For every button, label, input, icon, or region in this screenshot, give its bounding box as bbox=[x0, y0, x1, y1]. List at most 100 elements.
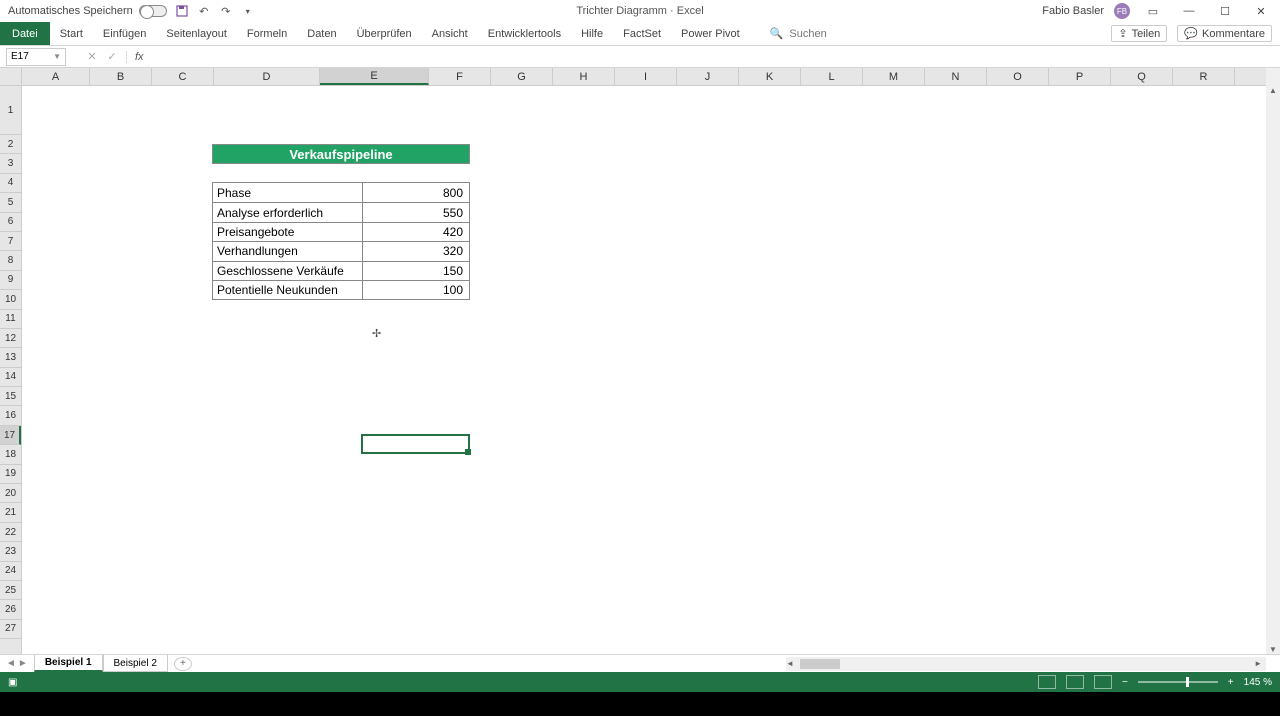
table-cell-value[interactable]: 100 bbox=[363, 281, 469, 299]
tab-view[interactable]: Ansicht bbox=[422, 22, 478, 45]
row-header-6[interactable]: 6 bbox=[0, 213, 21, 232]
tab-help[interactable]: Hilfe bbox=[571, 22, 613, 45]
row-header-12[interactable]: 12 bbox=[0, 329, 21, 348]
row-header-10[interactable]: 10 bbox=[0, 290, 21, 309]
table-cell-label[interactable]: Analyse erforderlich bbox=[213, 203, 363, 221]
toggle-switch-icon[interactable] bbox=[139, 5, 167, 17]
row-header-13[interactable]: 13 bbox=[0, 348, 21, 367]
zoom-slider[interactable] bbox=[1138, 681, 1218, 683]
row-header-11[interactable]: 11 bbox=[0, 310, 21, 329]
table-row[interactable]: Geschlossene Verkäufe150 bbox=[213, 261, 469, 280]
ribbon-display-icon[interactable]: ▭ bbox=[1140, 2, 1166, 20]
row-header-4[interactable]: 4 bbox=[0, 174, 21, 193]
column-header-I[interactable]: I bbox=[615, 68, 677, 85]
table-row[interactable]: Phase800 bbox=[213, 183, 469, 202]
table-row[interactable]: Analyse erforderlich550 bbox=[213, 202, 469, 221]
sheet-nav-next-icon[interactable]: ► bbox=[18, 658, 28, 669]
tab-insert[interactable]: Einfügen bbox=[93, 22, 156, 45]
row-header-3[interactable]: 3 bbox=[0, 154, 21, 173]
tab-review[interactable]: Überprüfen bbox=[347, 22, 422, 45]
qat-dropdown-icon[interactable]: ▾ bbox=[241, 4, 255, 18]
row-header-18[interactable]: 18 bbox=[0, 445, 21, 464]
table-cell-label[interactable]: Verhandlungen bbox=[213, 242, 363, 260]
row-header-25[interactable]: 25 bbox=[0, 581, 21, 600]
column-header-N[interactable]: N bbox=[925, 68, 987, 85]
row-header-9[interactable]: 9 bbox=[0, 271, 21, 290]
page-layout-view-icon[interactable] bbox=[1066, 675, 1084, 689]
table-cell-value[interactable]: 550 bbox=[363, 203, 469, 221]
table-cell-value[interactable]: 420 bbox=[363, 223, 469, 241]
row-header-24[interactable]: 24 bbox=[0, 562, 21, 581]
table-cell-label[interactable]: Potentielle Neukunden bbox=[213, 281, 363, 299]
add-sheet-button[interactable]: + bbox=[174, 657, 192, 671]
row-header-20[interactable]: 20 bbox=[0, 484, 21, 503]
share-button[interactable]: ⇪Teilen bbox=[1111, 25, 1167, 42]
table-cell-label[interactable]: Phase bbox=[213, 183, 363, 202]
zoom-in-icon[interactable]: + bbox=[1228, 677, 1234, 688]
minimize-icon[interactable]: — bbox=[1176, 2, 1202, 20]
spreadsheet-grid[interactable]: ABCDEFGHIJKLMNOPQR 123456789101112131415… bbox=[0, 68, 1280, 654]
row-header-27[interactable]: 27 bbox=[0, 620, 21, 639]
pipeline-title-cell[interactable]: Verkaufspipeline bbox=[212, 144, 470, 164]
select-all-corner[interactable] bbox=[0, 68, 22, 86]
row-header-2[interactable]: 2 bbox=[0, 135, 21, 154]
row-header-26[interactable]: 26 bbox=[0, 600, 21, 619]
sheet-tab-2[interactable]: Beispiel 2 bbox=[103, 655, 168, 672]
autosave-toggle[interactable]: Automatisches Speichern bbox=[8, 5, 167, 17]
row-header-7[interactable]: 7 bbox=[0, 232, 21, 251]
row-header-19[interactable]: 19 bbox=[0, 465, 21, 484]
undo-icon[interactable]: ↶ bbox=[197, 4, 211, 18]
tab-powerpivot[interactable]: Power Pivot bbox=[671, 22, 750, 45]
column-header-Q[interactable]: Q bbox=[1111, 68, 1173, 85]
scrollbar-thumb[interactable] bbox=[800, 659, 840, 669]
selected-cell[interactable] bbox=[361, 434, 470, 454]
close-icon[interactable]: ✕ bbox=[1248, 2, 1274, 20]
column-header-J[interactable]: J bbox=[677, 68, 739, 85]
comments-button[interactable]: 💬Kommentare bbox=[1177, 25, 1272, 42]
row-header-17[interactable]: 17 bbox=[0, 426, 21, 445]
table-cell-value[interactable]: 320 bbox=[363, 242, 469, 260]
user-name[interactable]: Fabio Basler bbox=[1042, 5, 1104, 17]
tab-start[interactable]: Start bbox=[50, 22, 93, 45]
row-header-8[interactable]: 8 bbox=[0, 251, 21, 270]
column-header-A[interactable]: A bbox=[22, 68, 90, 85]
column-header-O[interactable]: O bbox=[987, 68, 1049, 85]
column-header-M[interactable]: M bbox=[863, 68, 925, 85]
cells-area[interactable]: Verkaufspipeline Phase800Analyse erforde… bbox=[22, 86, 1266, 654]
table-cell-value[interactable]: 800 bbox=[363, 183, 469, 202]
zoom-out-icon[interactable]: − bbox=[1122, 677, 1128, 688]
fx-icon[interactable]: fx bbox=[126, 51, 144, 63]
row-header-5[interactable]: 5 bbox=[0, 193, 21, 212]
page-break-view-icon[interactable] bbox=[1094, 675, 1112, 689]
column-header-R[interactable]: R bbox=[1173, 68, 1235, 85]
column-header-G[interactable]: G bbox=[491, 68, 553, 85]
tab-data[interactable]: Daten bbox=[297, 22, 346, 45]
tab-developer[interactable]: Entwicklertools bbox=[478, 22, 571, 45]
column-header-K[interactable]: K bbox=[739, 68, 801, 85]
horizontal-scrollbar[interactable]: ◄ ► bbox=[786, 657, 1266, 671]
table-row[interactable]: Preisangebote420 bbox=[213, 222, 469, 241]
row-header-23[interactable]: 23 bbox=[0, 542, 21, 561]
record-macro-icon[interactable]: ▣ bbox=[8, 677, 17, 688]
maximize-icon[interactable]: ☐ bbox=[1212, 2, 1238, 20]
table-row[interactable]: Verhandlungen320 bbox=[213, 241, 469, 260]
tab-factset[interactable]: FactSet bbox=[613, 22, 671, 45]
column-header-H[interactable]: H bbox=[553, 68, 615, 85]
zoom-level[interactable]: 145 % bbox=[1244, 677, 1272, 688]
row-header-21[interactable]: 21 bbox=[0, 503, 21, 522]
tab-formulas[interactable]: Formeln bbox=[237, 22, 297, 45]
column-header-C[interactable]: C bbox=[152, 68, 214, 85]
redo-icon[interactable]: ↷ bbox=[219, 4, 233, 18]
chevron-down-icon[interactable]: ▼ bbox=[53, 52, 61, 61]
save-icon[interactable] bbox=[175, 4, 189, 18]
name-box[interactable]: E17 ▼ bbox=[6, 48, 66, 66]
row-header-15[interactable]: 15 bbox=[0, 387, 21, 406]
column-header-L[interactable]: L bbox=[801, 68, 863, 85]
column-header-E[interactable]: E bbox=[320, 68, 429, 85]
normal-view-icon[interactable] bbox=[1038, 675, 1056, 689]
table-cell-value[interactable]: 150 bbox=[363, 262, 469, 280]
table-cell-label[interactable]: Preisangebote bbox=[213, 223, 363, 241]
sheet-tab-1[interactable]: Beispiel 1 bbox=[34, 655, 103, 672]
search-box[interactable]: 🔍 Suchen bbox=[770, 27, 827, 40]
table-row[interactable]: Potentielle Neukunden100 bbox=[213, 280, 469, 299]
